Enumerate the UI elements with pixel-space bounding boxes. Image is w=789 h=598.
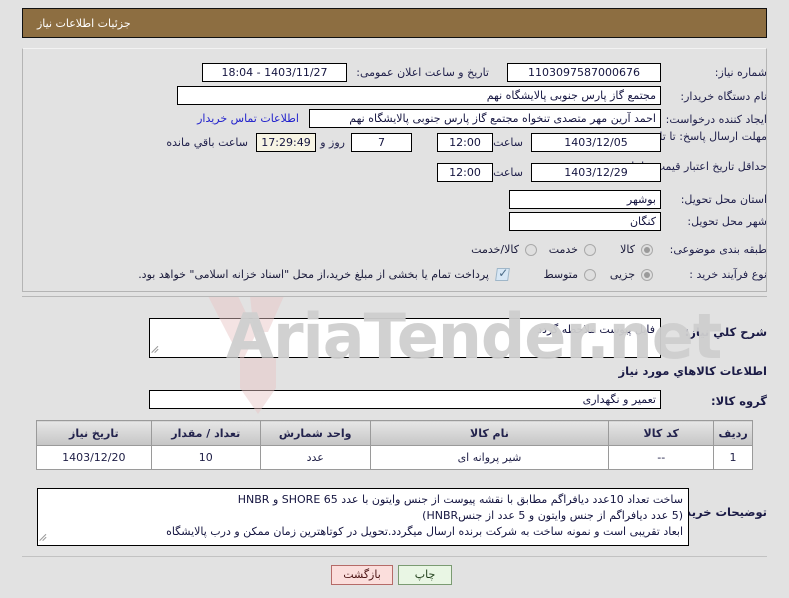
table-header-row: ردیف کد کالا نام کالا واحد شمارش تعداد /… <box>36 420 753 446</box>
cell-radif: 1 <box>713 445 753 470</box>
col-header-quantity: تعداد / مقدار <box>150 420 261 446</box>
table-row: 1 -- شیر پروانه ای عدد 10 1403/12/20 <box>36 445 753 470</box>
cell-name: شیر پروانه ای <box>369 445 610 470</box>
page-title: جزئیات اطلاعات نیاز <box>37 17 131 30</box>
cell-need-date: 1403/12/20 <box>36 445 152 470</box>
back-button[interactable]: بازگشت <box>331 565 393 585</box>
col-header-unit: واحد شمارش <box>259 420 371 446</box>
cell-unit: عدد <box>259 445 371 470</box>
col-header-name: نام کالا <box>369 420 610 446</box>
cell-code: -- <box>608 445 715 470</box>
window-title-bar: جزئیات اطلاعات نیاز <box>22 8 767 38</box>
col-header-need-date: تاریخ نیاز <box>36 420 152 446</box>
print-button[interactable]: چاپ <box>398 565 452 585</box>
col-header-radif: ردیف <box>713 420 753 446</box>
goods-table: ردیف کد کالا نام کالا واحد شمارش تعداد /… <box>36 420 753 470</box>
cell-quantity: 10 <box>150 445 261 470</box>
col-header-code: کد کالا <box>608 420 715 446</box>
need-info-panel <box>22 48 767 292</box>
